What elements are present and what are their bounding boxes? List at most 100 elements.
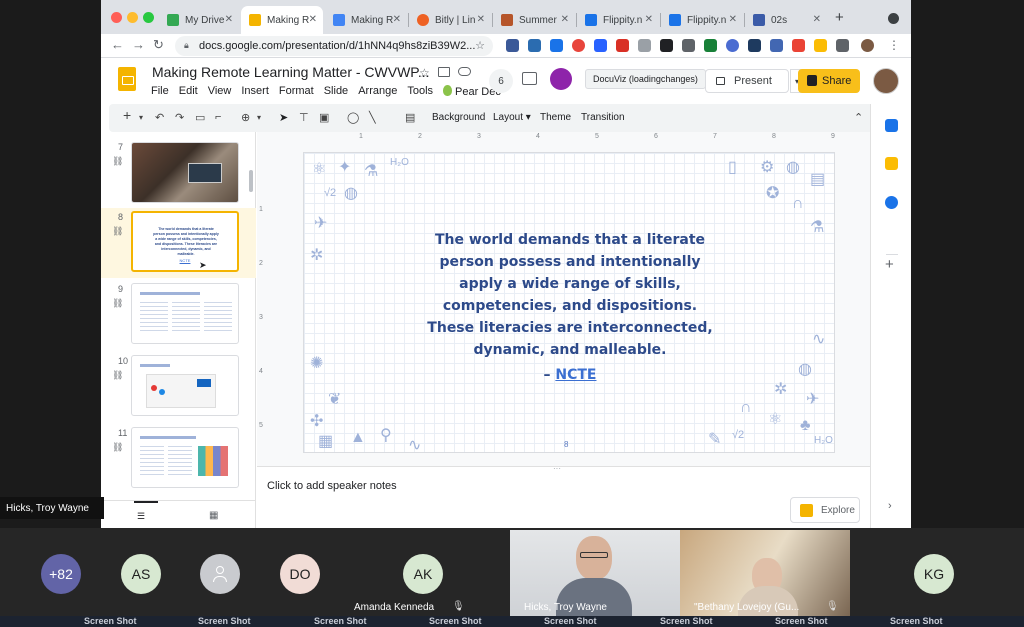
minimize-window-button[interactable] (127, 12, 138, 23)
tab-bitly[interactable]: Bitly | Lin ✕ (409, 6, 491, 34)
tab-summer[interactable]: Summer ✕ (493, 6, 575, 34)
grid-view-icon[interactable]: ▦ (209, 510, 218, 521)
tab-flippity-2[interactable]: Flippity.n ✕ (661, 6, 743, 34)
explore-button[interactable]: Explore (790, 497, 860, 523)
extension-icon[interactable] (616, 39, 629, 52)
print-icon[interactable]: ▭ (195, 111, 205, 124)
overflow-participants-badge[interactable]: +82 (41, 554, 81, 594)
viewer-count-badge[interactable]: 6 (489, 69, 513, 93)
extension-icon[interactable] (528, 39, 541, 52)
extension-icon[interactable] (726, 39, 739, 52)
extension-icon[interactable] (550, 39, 563, 52)
docuviz-button[interactable]: DocuViz (loadingchanges) (585, 69, 706, 89)
shape-icon[interactable]: ◯ (347, 111, 359, 124)
close-icon[interactable]: ✕ (645, 14, 653, 25)
participant-tile[interactable]: KG (852, 528, 1024, 620)
tab-making-remote-doc[interactable]: Making R ✕ (325, 6, 407, 34)
extension-icon[interactable] (506, 39, 519, 52)
image-insert-icon[interactable]: ▣ (319, 111, 329, 124)
new-slide-dropdown-icon[interactable]: ▾ (139, 113, 143, 122)
close-icon[interactable]: ✕ (813, 14, 821, 25)
participant-tile[interactable]: DO (278, 528, 338, 620)
extension-icon[interactable] (814, 39, 827, 52)
document-title[interactable]: Making Remote Learning Matter - CWVWP... (152, 64, 430, 80)
desktop-file-label[interactable]: Screen Shot (660, 616, 713, 626)
quote-text[interactable]: The world demands that a literate person… (404, 229, 736, 361)
tab-search-icon[interactable] (888, 13, 899, 24)
menu-file[interactable]: File (151, 85, 169, 98)
close-icon[interactable]: ✕ (477, 14, 485, 25)
speaker-notes-placeholder[interactable]: Click to add speaker notes (267, 480, 397, 492)
close-icon[interactable]: ✕ (309, 14, 317, 25)
participant-tile[interactable]: AK Amanda Kenneda 🎙︎ (340, 528, 508, 620)
menu-arrange[interactable]: Arrange (358, 85, 397, 98)
extension-icon[interactable] (748, 39, 761, 52)
extension-icon[interactable] (572, 39, 585, 52)
extension-icon[interactable] (660, 39, 673, 52)
new-tab-button[interactable]: + (835, 9, 844, 26)
desktop-file-label[interactable]: Screen Shot (775, 616, 828, 626)
text-box-icon[interactable]: ⊤ (299, 111, 309, 124)
close-icon[interactable]: ✕ (729, 14, 737, 25)
desktop-file-label[interactable]: Screen Shot (314, 616, 367, 626)
participant-tile[interactable] (198, 528, 258, 620)
bookmark-star-icon[interactable]: ☆ (475, 39, 485, 52)
desktop-file-label[interactable]: Screen Shot (429, 616, 482, 626)
background-button[interactable]: Background (432, 112, 485, 123)
extension-icon[interactable] (594, 39, 607, 52)
desktop-file-label[interactable]: Screen Shot (890, 616, 943, 626)
tab-02s[interactable]: 02s ✕ (745, 6, 827, 34)
slide-thumbnail-8[interactable]: The world demands that a literate person… (131, 211, 239, 272)
calendar-icon[interactable] (885, 119, 898, 132)
collapse-toolbar-icon[interactable]: ⌃ (854, 111, 863, 124)
extension-icon[interactable] (704, 39, 717, 52)
redo-icon[interactable]: ↷ (175, 111, 184, 124)
new-slide-icon[interactable]: + (123, 107, 131, 123)
extension-icon[interactable] (638, 39, 651, 52)
video-feed-lovejoy[interactable]: "Bethany Lovejoy (Gu... 🎙︎ (680, 530, 850, 616)
present-button[interactable]: Present ▾ (705, 69, 804, 93)
extension-icon[interactable] (770, 39, 783, 52)
select-cursor-icon[interactable]: ➤ (279, 111, 288, 124)
account-avatar[interactable] (873, 68, 899, 94)
slide-thumbnail-7[interactable] (131, 142, 239, 203)
expand-panel-icon[interactable]: › (888, 500, 892, 512)
tab-flippity-1[interactable]: Flippity.n ✕ (577, 6, 659, 34)
close-icon[interactable]: ✕ (225, 14, 233, 25)
line-icon[interactable]: ╲ (369, 111, 376, 124)
filmstrip-scrollbar[interactable] (249, 170, 253, 192)
profile-avatar[interactable] (861, 39, 874, 52)
video-feed-hicks[interactable]: Hicks, Troy Wayne (510, 530, 680, 616)
zoom-window-button[interactable] (143, 12, 154, 23)
paint-format-icon[interactable]: ⌐ (215, 111, 221, 123)
desktop-file-label[interactable]: Screen Shot (198, 616, 251, 626)
star-icon[interactable]: ☆ (419, 66, 430, 80)
comment-add-icon[interactable]: ▤ (405, 111, 415, 124)
ncte-link[interactable]: NCTE (555, 367, 596, 383)
move-folder-icon[interactable] (438, 67, 450, 77)
speaker-notes[interactable]: ··· Click to add speaker notes Explore (257, 464, 870, 528)
close-icon[interactable]: ✕ (561, 14, 569, 25)
back-icon[interactable]: ← (111, 37, 124, 52)
reload-icon[interactable]: ↻ (153, 37, 164, 53)
participant-tile[interactable]: +82 (0, 528, 115, 620)
filmstrip-view-icon[interactable]: ☰ (137, 511, 145, 522)
menu-format[interactable]: Format (279, 85, 314, 98)
slides-logo-icon[interactable] (118, 67, 136, 91)
layout-button[interactable]: Layout ▾ (493, 112, 531, 123)
notes-resize-handle[interactable]: ··· (553, 464, 561, 473)
menu-tools[interactable]: Tools (407, 85, 433, 98)
extension-icon[interactable] (792, 39, 805, 52)
close-icon[interactable]: ✕ (393, 14, 401, 25)
docuviz-logo-icon[interactable] (550, 68, 572, 90)
menu-edit[interactable]: Edit (179, 85, 198, 98)
tab-my-drive[interactable]: My Drive ✕ (159, 6, 239, 34)
tab-making-remote-active[interactable]: Making R ✕ (241, 6, 323, 34)
slide-thumbnail-9[interactable] (131, 283, 239, 344)
menu-insert[interactable]: Insert (241, 85, 269, 98)
comments-icon[interactable] (522, 72, 537, 85)
tasks-icon[interactable] (885, 196, 898, 209)
forward-icon[interactable]: → (132, 37, 145, 52)
desktop-file-label[interactable]: Screen Shot (544, 616, 597, 626)
desktop-file-label[interactable]: Screen Shot (84, 616, 137, 626)
